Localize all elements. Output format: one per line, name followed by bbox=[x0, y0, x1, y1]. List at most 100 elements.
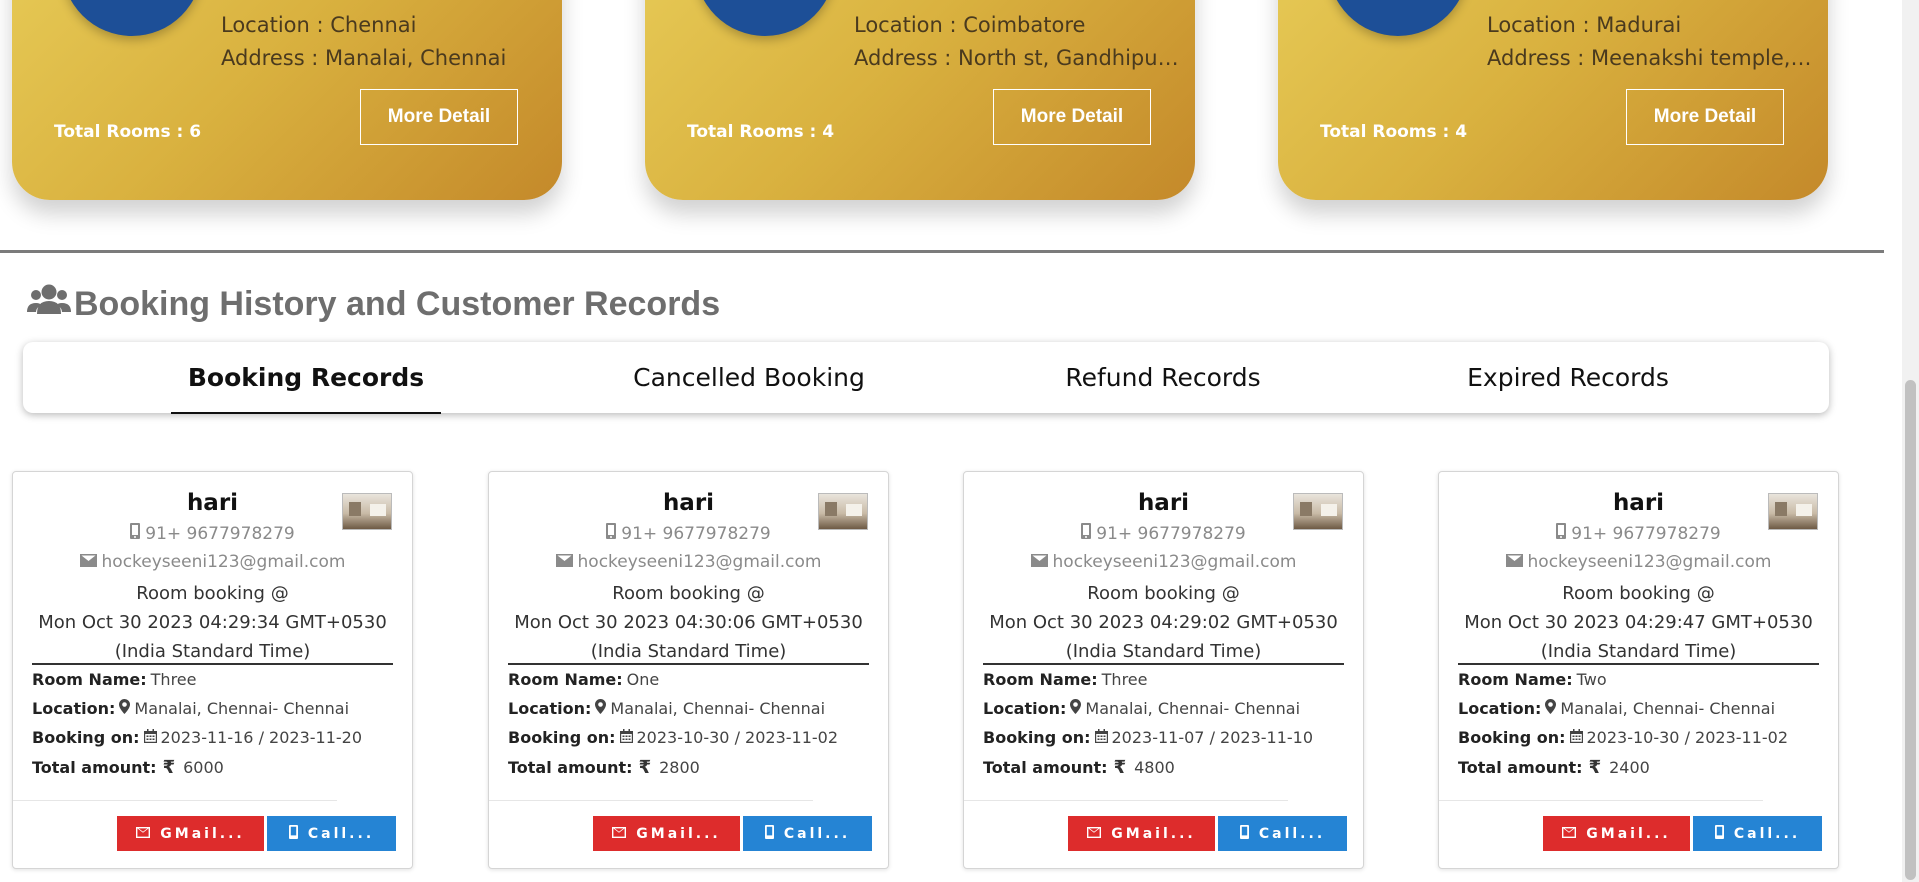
tab-cancelled-booking[interactable]: Cancelled Booking bbox=[594, 342, 904, 413]
room-name-row: Room Name: Three bbox=[32, 670, 196, 689]
call-button[interactable]: Call... bbox=[1693, 816, 1822, 851]
gmail-button[interactable]: GMail... bbox=[117, 816, 264, 851]
customer-email: hockeyseeni123@gmail.com bbox=[489, 552, 888, 572]
mobile-icon bbox=[1714, 824, 1724, 843]
customer-phone: 91+ 9677978279 bbox=[964, 523, 1363, 544]
total-amount-row: Total amount: ₹ 2800 bbox=[508, 757, 700, 778]
hotel-card: Location : Madurai Address : Meenakshi t… bbox=[1278, 0, 1828, 200]
room-name-value: One bbox=[626, 670, 660, 689]
total-amount-value: 4800 bbox=[1134, 758, 1175, 777]
location-label: Location: bbox=[1458, 699, 1542, 718]
hotel-location: Location : Madurai bbox=[1487, 13, 1682, 37]
booking-dates-value: 2023-10-30 / 2023-11-02 bbox=[636, 728, 839, 747]
room-name-row: Room Name: One bbox=[508, 670, 659, 689]
calendar-icon bbox=[143, 728, 157, 747]
booking-card: hari 91+ 9677978279 hockeyseeni123@gmail… bbox=[12, 471, 413, 869]
total-amount-row: Total amount: ₹ 6000 bbox=[32, 757, 224, 778]
section-title: Booking History and Customer Records bbox=[26, 282, 720, 327]
total-amount-value: 2800 bbox=[659, 758, 700, 777]
gmail-button-label: GMail... bbox=[636, 825, 721, 842]
gmail-button-label: GMail... bbox=[1111, 825, 1196, 842]
mobile-icon bbox=[130, 523, 141, 544]
more-detail-button[interactable]: More Detail bbox=[993, 89, 1151, 145]
phone-text: 91+ 9677978279 bbox=[145, 523, 295, 544]
more-detail-button[interactable]: More Detail bbox=[1626, 89, 1784, 145]
booking-dates-row: Booking on: 2023-10-30 / 2023-11-02 bbox=[1458, 728, 1788, 747]
mobile-icon bbox=[1556, 523, 1567, 544]
location-row: Location: Manalai, Chennai- Chennai bbox=[32, 699, 349, 718]
booking-timestamp-date: Mon Oct 30 2023 04:29:34 GMT+0530 bbox=[38, 612, 387, 633]
location-label: Location: bbox=[508, 699, 592, 718]
map-marker-icon bbox=[1070, 699, 1082, 718]
booking-dates-row: Booking on: 2023-11-16 / 2023-11-20 bbox=[32, 728, 362, 747]
total-amount-label: Total amount: bbox=[32, 758, 157, 777]
mobile-icon bbox=[764, 824, 774, 843]
map-marker-icon bbox=[119, 699, 131, 718]
hotel-address: Address : Meenakshi temple, Madurai bbox=[1487, 46, 1817, 70]
phone-text: 91+ 9677978279 bbox=[1096, 523, 1246, 544]
card-footer-divider bbox=[489, 800, 813, 801]
call-button[interactable]: Call... bbox=[743, 816, 872, 851]
booking-card: hari 91+ 9677978279 hockeyseeni123@gmail… bbox=[963, 471, 1364, 869]
booking-timestamp: Room booking @ Mon Oct 30 2023 04:29:34 … bbox=[13, 579, 412, 666]
vertical-scrollbar[interactable] bbox=[1902, 0, 1919, 882]
location-value: Manalai, Chennai- Chennai bbox=[1085, 699, 1301, 718]
email-text: hockeyseeni123@gmail.com bbox=[1527, 552, 1772, 572]
hotel-location: Location : Chennai bbox=[221, 13, 417, 37]
booking-timestamp-timezone: (India Standard Time) bbox=[1540, 641, 1737, 662]
total-amount-value: 2400 bbox=[1609, 758, 1650, 777]
calendar-icon bbox=[1094, 728, 1108, 747]
tab-refund-records[interactable]: Refund Records bbox=[1023, 342, 1303, 413]
gmail-button[interactable]: GMail... bbox=[1543, 816, 1690, 851]
room-name-label: Room Name: bbox=[1458, 670, 1573, 689]
email-text: hockeyseeni123@gmail.com bbox=[101, 552, 346, 572]
booking-card: hari 91+ 9677978279 hockeyseeni123@gmail… bbox=[1438, 471, 1839, 869]
envelope-icon bbox=[79, 552, 97, 572]
rupee-icon: ₹ bbox=[638, 757, 652, 778]
room-name-value: Two bbox=[1576, 670, 1607, 689]
customer-email: hockeyseeni123@gmail.com bbox=[1439, 552, 1838, 572]
gmail-button[interactable]: GMail... bbox=[1068, 816, 1215, 851]
scrollbar-thumb[interactable] bbox=[1905, 380, 1916, 880]
map-marker-icon bbox=[1545, 699, 1557, 718]
card-divider bbox=[508, 663, 869, 665]
booking-timestamp-date: Mon Oct 30 2023 04:30:06 GMT+0530 bbox=[514, 612, 863, 633]
hotel-address: Address : North st, Gandhipuram, Coimbat… bbox=[854, 46, 1184, 70]
call-button[interactable]: Call... bbox=[267, 816, 396, 851]
customer-email: hockeyseeni123@gmail.com bbox=[13, 552, 412, 572]
booking-timestamp-date: Mon Oct 30 2023 04:29:02 GMT+0530 bbox=[989, 612, 1338, 633]
customer-phone: 91+ 9677978279 bbox=[489, 523, 888, 544]
card-divider bbox=[32, 663, 393, 665]
hotel-owner-avatar bbox=[62, 0, 202, 36]
location-label: Location: bbox=[983, 699, 1067, 718]
hotel-owner-avatar bbox=[1328, 0, 1468, 36]
phone-text: 91+ 9677978279 bbox=[1571, 523, 1721, 544]
call-button[interactable]: Call... bbox=[1218, 816, 1347, 851]
tab-booking-records[interactable]: Booking Records bbox=[171, 342, 441, 414]
room-name-row: Room Name: Two bbox=[1458, 670, 1607, 689]
location-row: Location: Manalai, Chennai- Chennai bbox=[1458, 699, 1775, 718]
hotel-owner-avatar bbox=[695, 0, 835, 36]
booking-dates-value: 2023-11-16 / 2023-11-20 bbox=[160, 728, 363, 747]
call-button-label: Call... bbox=[307, 825, 375, 842]
rupee-icon: ₹ bbox=[162, 757, 176, 778]
tab-expired-records[interactable]: Expired Records bbox=[1433, 342, 1703, 413]
booking-on-label: Booking on: bbox=[32, 728, 140, 747]
booking-dates-value: 2023-10-30 / 2023-11-02 bbox=[1586, 728, 1789, 747]
more-detail-button[interactable]: More Detail bbox=[360, 89, 518, 145]
call-button-label: Call... bbox=[1258, 825, 1326, 842]
booking-timestamp: Room booking @ Mon Oct 30 2023 04:29:47 … bbox=[1439, 579, 1838, 666]
booking-timestamp-prefix: Room booking @ bbox=[612, 583, 765, 604]
hotel-total-rooms: Total Rooms : 4 bbox=[687, 122, 835, 142]
total-amount-row: Total amount: ₹ 4800 bbox=[983, 757, 1175, 778]
room-name-label: Room Name: bbox=[983, 670, 1098, 689]
booking-timestamp-prefix: Room booking @ bbox=[1562, 583, 1715, 604]
mobile-icon bbox=[606, 523, 617, 544]
gmail-button[interactable]: GMail... bbox=[593, 816, 740, 851]
email-text: hockeyseeni123@gmail.com bbox=[1052, 552, 1297, 572]
rupee-icon: ₹ bbox=[1113, 757, 1127, 778]
booking-dates-value: 2023-11-07 / 2023-11-10 bbox=[1111, 728, 1314, 747]
call-button-label: Call... bbox=[783, 825, 851, 842]
customer-phone: 91+ 9677978279 bbox=[13, 523, 412, 544]
hotel-card: Location : Coimbatore Address : North st… bbox=[645, 0, 1195, 200]
